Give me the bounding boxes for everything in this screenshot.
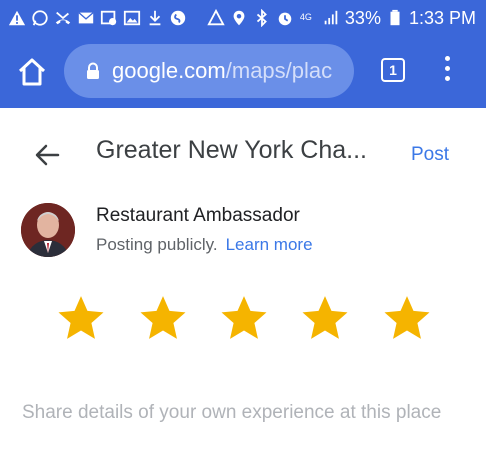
bluetooth-icon: [253, 9, 271, 27]
star-2-icon[interactable]: [138, 293, 188, 343]
url-domain: google.com: [112, 58, 226, 83]
browser-toolbar: google.com/maps/plac 1: [0, 36, 486, 108]
back-arrow-icon: [35, 144, 60, 166]
posting-status: Posting publicly.: [96, 235, 218, 254]
battery-icon: [386, 9, 404, 27]
posting-status-line: Posting publicly. Learn more: [96, 235, 313, 255]
avatar: [21, 203, 75, 257]
star-4-icon[interactable]: [300, 293, 350, 343]
menu-dot: [444, 56, 450, 61]
menu-dot: [444, 66, 450, 71]
star-1-icon[interactable]: [56, 293, 106, 343]
back-button[interactable]: [30, 140, 66, 170]
star-3-icon[interactable]: [219, 293, 269, 343]
url-path: /maps/plac: [225, 58, 333, 83]
signal-icon: [322, 9, 340, 27]
lock-icon: [87, 62, 99, 79]
gallery-icon: [123, 9, 141, 27]
place-title: Greater New York Cha...: [96, 136, 367, 164]
svg-text:4G: 4G: [300, 12, 312, 22]
shazam-icon: [169, 9, 187, 27]
learn-more-link[interactable]: Learn more: [226, 235, 313, 254]
tab-count: 1: [389, 62, 397, 78]
status-bar: 4G 33% 1:33 PM: [0, 0, 486, 36]
address-bar[interactable]: google.com/maps/plac: [64, 44, 354, 98]
tab-switcher-button[interactable]: 1: [381, 58, 405, 82]
home-icon: [18, 58, 46, 86]
clock: 1:33 PM: [408, 7, 476, 28]
download-icon: [146, 9, 164, 27]
system-indicators: 4G 33% 1:33 PM: [207, 8, 476, 29]
location-icon: [230, 9, 248, 27]
data-saver-icon: [207, 9, 225, 27]
lte-icon: 4G: [299, 9, 317, 27]
battery-percent: 33%: [344, 7, 381, 28]
mail-icon: [77, 9, 95, 27]
home-button[interactable]: [14, 54, 50, 90]
notification-icons: [8, 9, 187, 27]
menu-dot: [444, 76, 450, 81]
post-button[interactable]: Post: [411, 144, 449, 166]
review-header: Greater New York Cha... Post: [0, 130, 486, 180]
missed-call-icon: [54, 9, 72, 27]
alarm-icon: [276, 9, 294, 27]
overflow-menu-button[interactable]: [437, 56, 457, 86]
review-text-field[interactable]: Share details of your own experience at …: [22, 398, 462, 428]
alert-icon: [8, 9, 26, 27]
star-rating: [56, 293, 436, 349]
star-5-icon[interactable]: [382, 293, 432, 343]
user-photo: [21, 203, 75, 257]
image-settings-icon: [100, 9, 118, 27]
whatsapp-icon: [31, 9, 49, 27]
user-name: Restaurant Ambassador: [96, 205, 300, 226]
